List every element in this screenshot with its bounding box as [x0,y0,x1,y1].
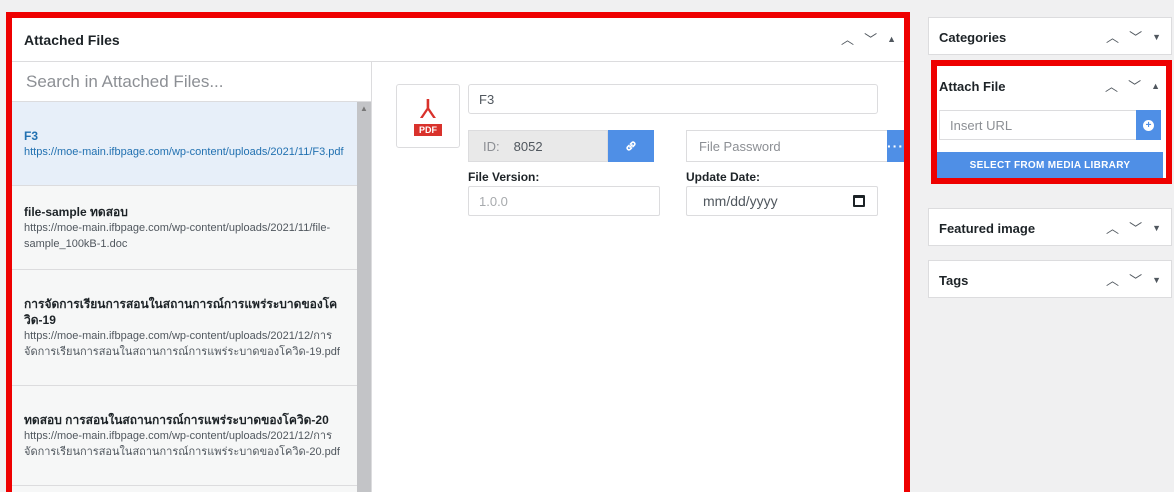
file-detail-pane: ⅄ PDF ID: ··· File Version: Update Date:… [372,62,904,492]
featured-image-box: Featured image ︿ ﹀ ▼ [928,208,1172,246]
list-item[interactable]: file-sample ทดสอบ https://moe-main.ifbpa… [12,186,358,270]
categories-box: Categories ︿ ﹀ ▼ [928,17,1172,55]
featured-image-title: Featured image [939,220,1036,236]
panel-controls: ︿ ﹀ ▲ [841,18,896,61]
list-item[interactable]: F3 https://moe-main.ifbpage.com/wp-conte… [12,102,358,186]
move-down-icon[interactable]: ﹀ [1128,80,1141,93]
add-url-button[interactable]: + [1136,110,1161,140]
attached-files-body: F3 https://moe-main.ifbpage.com/wp-conte… [12,62,904,492]
file-id-field [507,130,608,162]
update-date-label: Update Date: [686,170,761,184]
move-up-icon[interactable]: ︿ [1106,274,1119,287]
list-item[interactable]: ทดสอบ การสอนในสถานการณ์การแพร่ระบาดของโค… [12,386,358,486]
tags-box: Tags ︿ ﹀ ▼ [928,260,1172,298]
file-id-group: ID: [468,130,660,162]
file-name-field[interactable] [468,84,878,114]
file-name: ทดสอบ การสอนในสถานการณ์การแพร่ระบาดของโค… [24,412,329,427]
collapse-toggle-icon[interactable]: ▲ [1151,81,1160,91]
file-list-pane: F3 https://moe-main.ifbpage.com/wp-conte… [12,62,372,492]
calendar-icon[interactable] [853,195,865,207]
attached-files-panel: Attached Files ︿ ﹀ ▲ F3 https://moe-main… [6,12,910,492]
password-group: ··· [686,130,904,162]
file-password-field[interactable] [686,130,887,162]
panel-controls: ︿ ﹀ ▼ [1106,261,1161,299]
file-version-field[interactable] [468,186,660,216]
file-name: file-sample ทดสอบ [24,204,128,219]
link-icon [626,141,636,151]
featured-image-header[interactable]: Featured image ︿ ﹀ ▼ [929,209,1171,247]
tags-title: Tags [939,272,969,288]
search-input[interactable] [26,71,346,92]
attach-file-title: Attach File [939,78,1006,94]
attached-files-title: Attached Files [24,31,120,48]
file-url: https://moe-main.ifbpage.com/wp-content/… [24,329,340,358]
move-down-icon[interactable]: ﹀ [1129,222,1142,235]
pdf-label: PDF [414,124,442,136]
plus-circle-icon: + [1143,119,1154,131]
file-url: https://moe-main.ifbpage.com/wp-content/… [24,145,344,158]
insert-url-input[interactable] [939,110,1136,140]
panel-controls: ︿ ﹀ ▼ [1106,18,1161,56]
move-up-icon[interactable]: ︿ [841,33,854,46]
attached-files-header: Attached Files ︿ ﹀ ▲ [12,18,904,62]
collapse-toggle-icon[interactable]: ▼ [1152,275,1161,285]
move-down-icon[interactable]: ﹀ [1129,31,1142,44]
collapse-toggle-icon[interactable]: ▼ [1152,32,1161,42]
attach-file-box: Attach File ︿ ﹀ ▲ + SELECT FROM MEDIA LI… [931,60,1172,184]
ellipsis-icon: ··· [887,138,904,154]
tags-header[interactable]: Tags ︿ ﹀ ▼ [929,261,1171,299]
scroll-up-icon[interactable]: ▲ [360,104,368,113]
file-url: https://moe-main.ifbpage.com/wp-content/… [24,221,331,250]
move-down-icon[interactable]: ﹀ [864,33,877,46]
list-scrollbar[interactable]: ▲ [357,102,371,492]
select-media-library-button[interactable]: SELECT FROM MEDIA LIBRARY [937,152,1163,178]
file-version-label: File Version: [468,170,540,184]
attach-file-header[interactable]: Attach File ︿ ﹀ ▲ [937,66,1166,106]
move-up-icon[interactable]: ︿ [1105,80,1118,93]
move-up-icon[interactable]: ︿ [1106,222,1119,235]
update-date-field[interactable]: mm/dd/yyyy [686,186,878,216]
search-bar [12,62,371,102]
categories-header[interactable]: Categories ︿ ﹀ ▼ [929,18,1171,56]
collapse-toggle-icon[interactable]: ▲ [887,35,896,44]
copy-link-button[interactable] [607,130,654,162]
acrobat-icon: ⅄ [420,94,436,124]
categories-title: Categories [939,29,1007,45]
panel-controls: ︿ ﹀ ▼ [1106,209,1161,247]
insert-url-group: + [939,110,1161,140]
file-name: F3 [24,128,39,143]
move-down-icon[interactable]: ﹀ [1129,274,1142,287]
collapse-toggle-icon[interactable]: ▼ [1152,223,1161,233]
file-url: https://moe-main.ifbpage.com/wp-content/… [24,429,340,458]
file-name: การจัดการเรียนการสอนในสถานการณ์การแพร่ระ… [24,296,338,327]
more-options-button[interactable]: ··· [887,130,904,162]
move-up-icon[interactable]: ︿ [1106,31,1119,44]
date-placeholder: mm/dd/yyyy [703,193,778,209]
file-list: F3 https://moe-main.ifbpage.com/wp-conte… [12,102,371,492]
panel-controls: ︿ ﹀ ▲ [1105,66,1160,106]
pdf-file-icon: ⅄ PDF [396,84,460,148]
list-item[interactable]: การจัดการเรียนการสอนในสถานการณ์การแพร่ระ… [12,270,358,386]
id-label: ID: [468,130,508,162]
